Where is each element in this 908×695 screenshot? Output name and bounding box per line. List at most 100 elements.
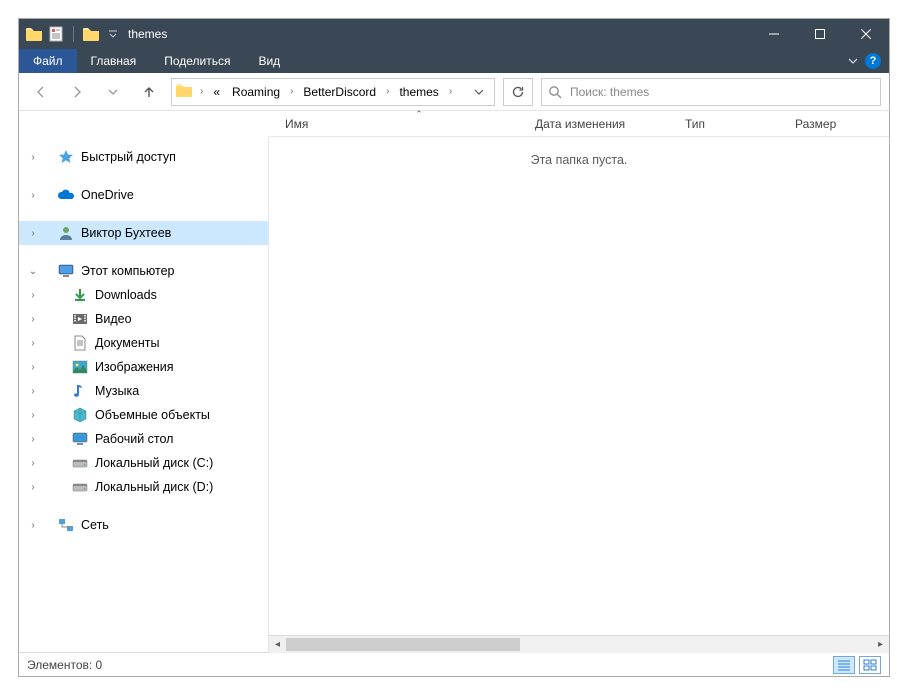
nav-documents[interactable]: › Документы xyxy=(19,331,268,355)
column-name[interactable]: Имя ⌃ xyxy=(269,111,519,136)
scroll-right-icon[interactable]: ▸ xyxy=(872,636,889,653)
documents-icon xyxy=(71,334,89,352)
pictures-icon xyxy=(71,358,89,376)
downloads-icon xyxy=(71,286,89,304)
chevron-right-icon[interactable]: › xyxy=(25,228,41,239)
nav-quick-access[interactable]: › Быстрый доступ xyxy=(19,145,268,169)
videos-icon xyxy=(71,310,89,328)
window-title: themes xyxy=(128,27,167,41)
qat-folder-icon xyxy=(25,25,43,43)
column-headers: Имя ⌃ Дата изменения Тип Размер xyxy=(269,111,889,137)
nav-forward-button[interactable] xyxy=(63,78,91,106)
chevron-right-icon[interactable]: › xyxy=(25,458,41,469)
nav-user[interactable]: › Виктор Бухтеев xyxy=(19,221,268,245)
help-icon[interactable]: ? xyxy=(865,53,881,69)
address-dropdown-icon[interactable] xyxy=(468,87,490,97)
status-bar: Элементов: 0 xyxy=(19,652,889,676)
nav-label: Документы xyxy=(95,336,159,350)
chevron-right-icon[interactable]: › xyxy=(198,86,205,97)
ribbon: Файл Главная Поделиться Вид ? xyxy=(19,49,889,73)
chevron-right-icon[interactable]: › xyxy=(25,482,41,493)
nav-disk-c[interactable]: › Локальный диск (C:) xyxy=(19,451,268,475)
chevron-right-icon[interactable]: › xyxy=(25,434,41,445)
music-icon xyxy=(71,382,89,400)
empty-folder-text: Эта папка пуста. xyxy=(269,137,889,167)
nav-label: Downloads xyxy=(95,288,157,302)
nav-onedrive[interactable]: › OneDrive xyxy=(19,183,268,207)
nav-label: Видео xyxy=(95,312,132,326)
column-type[interactable]: Тип xyxy=(669,111,779,136)
nav-up-button[interactable] xyxy=(135,78,163,106)
qat-properties-icon[interactable] xyxy=(47,25,65,43)
tab-file[interactable]: Файл xyxy=(19,49,77,73)
chevron-right-icon[interactable]: › xyxy=(25,410,41,421)
chevron-right-icon[interactable]: › xyxy=(25,386,41,397)
nav-music[interactable]: › Музыка xyxy=(19,379,268,403)
nav-label: Виктор Бухтеев xyxy=(81,226,171,240)
nav-desktop[interactable]: › Рабочий стол xyxy=(19,427,268,451)
chevron-right-icon[interactable]: › xyxy=(447,86,454,97)
nav-label: Локальный диск (D:) xyxy=(95,480,213,494)
tab-view[interactable]: Вид xyxy=(244,49,294,73)
horizontal-scrollbar[interactable]: ◂ ▸ xyxy=(269,635,889,652)
nav-this-pc[interactable]: ⌄ Этот компьютер xyxy=(19,259,268,283)
refresh-button[interactable] xyxy=(503,78,533,106)
breadcrumb-themes[interactable]: themes xyxy=(395,85,442,99)
nav-label: Этот компьютер xyxy=(81,264,174,278)
folder-content[interactable]: Эта папка пуста. ◂ ▸ xyxy=(269,137,889,652)
scroll-track[interactable] xyxy=(286,636,872,653)
chevron-right-icon[interactable]: › xyxy=(384,86,391,97)
column-size[interactable]: Размер xyxy=(779,111,849,136)
tab-share[interactable]: Поделиться xyxy=(150,49,244,73)
network-icon xyxy=(57,516,75,534)
column-date[interactable]: Дата изменения xyxy=(519,111,669,136)
tab-home[interactable]: Главная xyxy=(77,49,151,73)
scroll-thumb[interactable] xyxy=(286,638,520,651)
chevron-right-icon[interactable]: › xyxy=(25,152,41,163)
search-input[interactable] xyxy=(568,84,874,100)
chevron-right-icon[interactable]: › xyxy=(25,314,41,325)
nav-label: Объемные объекты xyxy=(95,408,210,422)
nav-network[interactable]: › Сеть xyxy=(19,513,268,537)
this-pc-icon xyxy=(57,262,75,280)
nav-label: Сеть xyxy=(81,518,109,532)
breadcrumb-roaming[interactable]: Roaming xyxy=(228,85,284,99)
nav-label: Музыка xyxy=(95,384,139,398)
chevron-right-icon[interactable]: › xyxy=(25,190,41,201)
maximize-button[interactable] xyxy=(797,19,843,49)
scroll-left-icon[interactable]: ◂ xyxy=(269,636,286,653)
nav-disk-d[interactable]: › Локальный диск (D:) xyxy=(19,475,268,499)
qat-current-folder-icon xyxy=(82,25,100,43)
chevron-down-icon[interactable]: ⌄ xyxy=(25,266,41,277)
chevron-right-icon[interactable]: › xyxy=(25,290,41,301)
address-folder-icon xyxy=(176,83,194,101)
nav-videos[interactable]: › Видео xyxy=(19,307,268,331)
column-name-label: Имя xyxy=(285,117,308,131)
nav-downloads[interactable]: › Downloads xyxy=(19,283,268,307)
view-details-button[interactable] xyxy=(833,656,855,674)
breadcrumb-betterdiscord[interactable]: BetterDiscord xyxy=(299,85,380,99)
nav-back-button[interactable] xyxy=(27,78,55,106)
search-box[interactable] xyxy=(541,78,881,106)
chevron-right-icon[interactable]: › xyxy=(25,362,41,373)
nav-3d-objects[interactable]: › Объемные объекты xyxy=(19,403,268,427)
qat-dropdown-icon[interactable] xyxy=(104,25,122,43)
view-icons-button[interactable] xyxy=(859,656,881,674)
ribbon-expand-icon[interactable] xyxy=(847,55,859,67)
quick-access-icon xyxy=(57,148,75,166)
chevron-right-icon[interactable]: › xyxy=(288,86,295,97)
nav-pictures[interactable]: › Изображения xyxy=(19,355,268,379)
onedrive-icon xyxy=(57,186,75,204)
address-bar[interactable]: › « Roaming › BetterDiscord › themes › xyxy=(171,78,495,106)
chevron-right-icon[interactable]: › xyxy=(25,520,41,531)
breadcrumb-prefix[interactable]: « xyxy=(209,85,224,99)
minimize-button[interactable] xyxy=(751,19,797,49)
sort-ascending-icon: ⌃ xyxy=(415,109,423,120)
close-button[interactable] xyxy=(843,19,889,49)
navigation-pane: › Быстрый доступ › OneDrive xyxy=(19,137,269,652)
nav-recent-dropdown[interactable] xyxy=(99,78,127,106)
title-bar: themes xyxy=(19,19,889,49)
disk-icon xyxy=(71,454,89,472)
disk-icon xyxy=(71,478,89,496)
chevron-right-icon[interactable]: › xyxy=(25,338,41,349)
